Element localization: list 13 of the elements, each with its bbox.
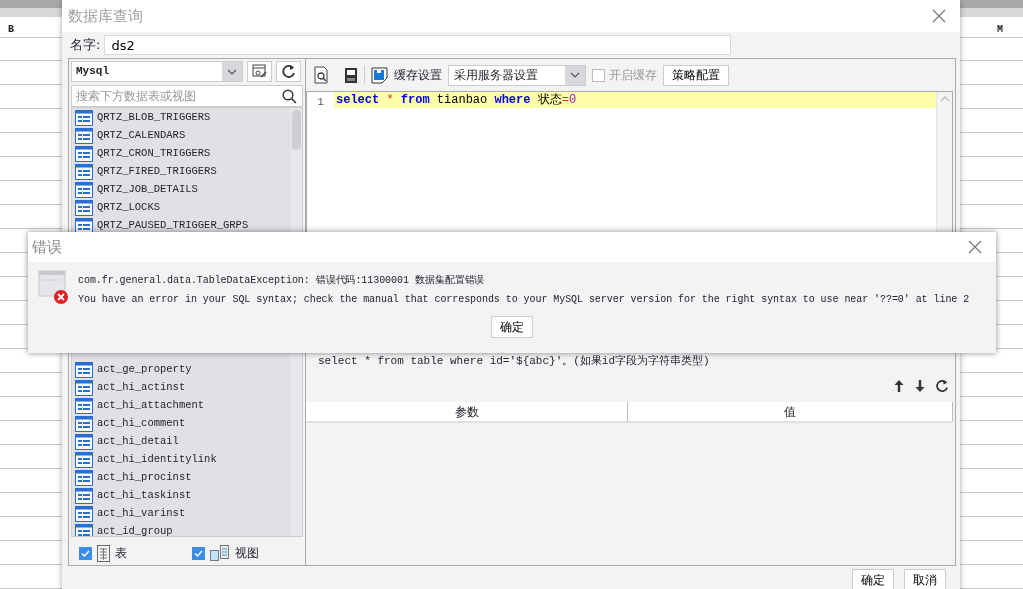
column-header: B (8, 24, 14, 35)
dialog-title: 错误 (32, 236, 62, 258)
enable-cache-label: 开启缓存 (609, 67, 657, 84)
column-header: M (997, 24, 1003, 35)
filter-label: 表 (115, 545, 127, 562)
window-title: 数据库查询 (68, 5, 143, 27)
name-label: 名字: (70, 36, 101, 55)
cache-settings-label: 缓存设置 (394, 67, 442, 84)
column-header: 参数 (306, 402, 628, 421)
filter-label: 视图 (235, 545, 259, 562)
column-header: 值 (628, 402, 953, 421)
hint-text: select * from table where id='${abc}'。(如果id字段为字符串类型) (318, 354, 711, 369)
line-number: 1 (316, 95, 325, 110)
